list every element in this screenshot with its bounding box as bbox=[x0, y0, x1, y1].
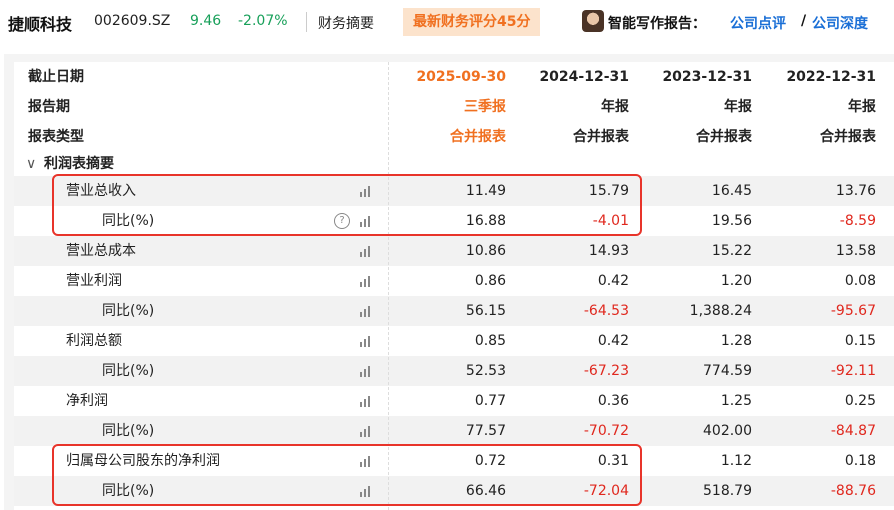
period-cell: 年报 bbox=[724, 99, 752, 115]
value-cell: 15.22 bbox=[711, 243, 752, 259]
period-cell: 三季报 bbox=[464, 99, 506, 115]
value-cell: 19.56 bbox=[711, 213, 752, 229]
value-cell: 0.18 bbox=[844, 453, 876, 469]
table-row: 同比(%) 77.57 -70.72 402.00 -84.87 bbox=[14, 416, 894, 446]
row-label: 净利润 bbox=[66, 393, 108, 409]
value-cell: 0.85 bbox=[474, 333, 506, 349]
statement-type-cell: 合并报表 bbox=[820, 129, 876, 145]
link-separator: / bbox=[801, 13, 807, 29]
value-cell: 14.93 bbox=[588, 243, 629, 259]
value-cell: -95.67 bbox=[830, 303, 876, 319]
stock-header: 捷顺科技 002609.SZ 9.46 -2.07% 财务摘要 最新财务评分45… bbox=[0, 0, 894, 44]
bar-chart-icon[interactable] bbox=[360, 395, 374, 407]
column-divider bbox=[388, 62, 389, 510]
bar-chart-icon[interactable] bbox=[360, 305, 374, 317]
value-cell: 0.15 bbox=[844, 333, 876, 349]
section-title: 利润表摘要 bbox=[44, 156, 114, 172]
value-cell: 0.25 bbox=[844, 393, 876, 409]
bar-chart-icon[interactable] bbox=[360, 425, 374, 437]
price-change: -2.07% bbox=[238, 13, 288, 29]
value-cell: 1.28 bbox=[720, 333, 752, 349]
company-depth-link[interactable]: 公司深度 bbox=[812, 13, 868, 33]
value-cell: 0.36 bbox=[597, 393, 629, 409]
value-cell: 1.25 bbox=[720, 393, 752, 409]
value-cell: 1,388.24 bbox=[689, 303, 752, 319]
row-label: 截止日期 bbox=[28, 69, 84, 85]
row-label: 利润总额 bbox=[66, 333, 122, 349]
table-row: 营业总成本 10.86 14.93 15.22 13.58 bbox=[14, 236, 894, 266]
company-review-link[interactable]: 公司点评 bbox=[730, 13, 786, 33]
company-name: 捷顺科技 bbox=[8, 15, 73, 34]
bar-chart-icon[interactable] bbox=[360, 245, 374, 257]
date-cell: 2023-12-31 bbox=[662, 69, 752, 85]
statement-type-cell: 合并报表 bbox=[450, 129, 506, 145]
table-row: 营业利润 0.86 0.42 1.20 0.08 bbox=[14, 266, 894, 296]
row-label: 营业利润 bbox=[66, 273, 122, 289]
table-row: 净利润 0.77 0.36 1.25 0.25 bbox=[14, 386, 894, 416]
value-cell: 0.86 bbox=[474, 273, 506, 289]
date-cell: 2024-12-31 bbox=[539, 69, 629, 85]
ai-report-label: 智能写作报告： bbox=[608, 16, 706, 32]
value-cell: 1.20 bbox=[720, 273, 752, 289]
highlight-box-net-profit bbox=[52, 444, 642, 506]
row-label: 同比(%) bbox=[102, 303, 155, 319]
row-label: 同比(%) bbox=[102, 423, 155, 439]
value-cell: 13.76 bbox=[835, 183, 876, 199]
tab-financial-summary[interactable]: 财务摘要 bbox=[318, 13, 374, 33]
avatar-icon bbox=[582, 10, 604, 32]
value-cell: -8.59 bbox=[839, 213, 876, 229]
statement-type-cell: 合并报表 bbox=[573, 129, 629, 145]
chevron-down-icon[interactable]: ∨ bbox=[26, 152, 36, 176]
value-cell: 13.58 bbox=[835, 243, 876, 259]
value-cell: 16.45 bbox=[711, 183, 752, 199]
value-cell: 0.08 bbox=[844, 273, 876, 289]
table-row: 同比(%) 52.53 -67.23 774.59 -92.11 bbox=[14, 356, 894, 386]
table-row: 同比(%) 56.15 -64.53 1,388.24 -95.67 bbox=[14, 296, 894, 326]
stock-price: 9.46 bbox=[190, 13, 222, 29]
bar-chart-icon[interactable] bbox=[360, 275, 374, 287]
financial-table: 截止日期 2025-09-30 2024-12-31 2023-12-31 20… bbox=[14, 62, 894, 510]
row-label: 同比(%) bbox=[102, 363, 155, 379]
value-cell: 56.15 bbox=[465, 303, 506, 319]
value-cell: 402.00 bbox=[703, 423, 752, 439]
value-cell: -64.53 bbox=[583, 303, 629, 319]
financial-score-badge[interactable]: 最新财务评分45分 bbox=[403, 8, 541, 36]
table-row: 利润总额 0.85 0.42 1.28 0.15 bbox=[14, 326, 894, 356]
date-cell: 2022-12-31 bbox=[786, 69, 876, 85]
highlight-box-revenue bbox=[52, 174, 642, 236]
value-cell: 774.59 bbox=[703, 363, 752, 379]
date-cell: 2025-09-30 bbox=[416, 69, 506, 85]
stock-code: 002609.SZ bbox=[94, 13, 171, 29]
header-divider bbox=[306, 12, 307, 32]
financial-panel: 截止日期 2025-09-30 2024-12-31 2023-12-31 20… bbox=[4, 54, 894, 510]
bar-chart-icon[interactable] bbox=[360, 335, 374, 347]
row-label: 营业总成本 bbox=[66, 243, 136, 259]
row-label: 报表类型 bbox=[28, 129, 84, 145]
bar-chart-icon[interactable] bbox=[360, 365, 374, 377]
value-cell: 1.12 bbox=[720, 453, 752, 469]
row-label: 报告期 bbox=[28, 99, 70, 115]
statement-type-row: 报表类型 合并报表 合并报表 合并报表 合并报表 bbox=[14, 122, 894, 152]
period-row: 报告期 三季报 年报 年报 年报 bbox=[14, 92, 894, 122]
section-header-income-statement[interactable]: ∨ 利润表摘要 bbox=[14, 152, 894, 176]
value-cell: 10.86 bbox=[465, 243, 506, 259]
value-cell: 0.77 bbox=[474, 393, 506, 409]
value-cell: 518.79 bbox=[703, 483, 752, 499]
value-cell: -92.11 bbox=[830, 363, 876, 379]
value-cell: 0.42 bbox=[597, 333, 629, 349]
value-cell: 52.53 bbox=[465, 363, 506, 379]
value-cell: -67.23 bbox=[583, 363, 629, 379]
value-cell: -88.76 bbox=[830, 483, 876, 499]
statement-type-cell: 合并报表 bbox=[696, 129, 752, 145]
value-cell: -84.87 bbox=[830, 423, 876, 439]
date-row: 截止日期 2025-09-30 2024-12-31 2023-12-31 20… bbox=[14, 62, 894, 92]
period-cell: 年报 bbox=[848, 99, 876, 115]
value-cell: -70.72 bbox=[583, 423, 629, 439]
value-cell: 77.57 bbox=[465, 423, 506, 439]
value-cell: 0.42 bbox=[597, 273, 629, 289]
period-cell: 年报 bbox=[601, 99, 629, 115]
